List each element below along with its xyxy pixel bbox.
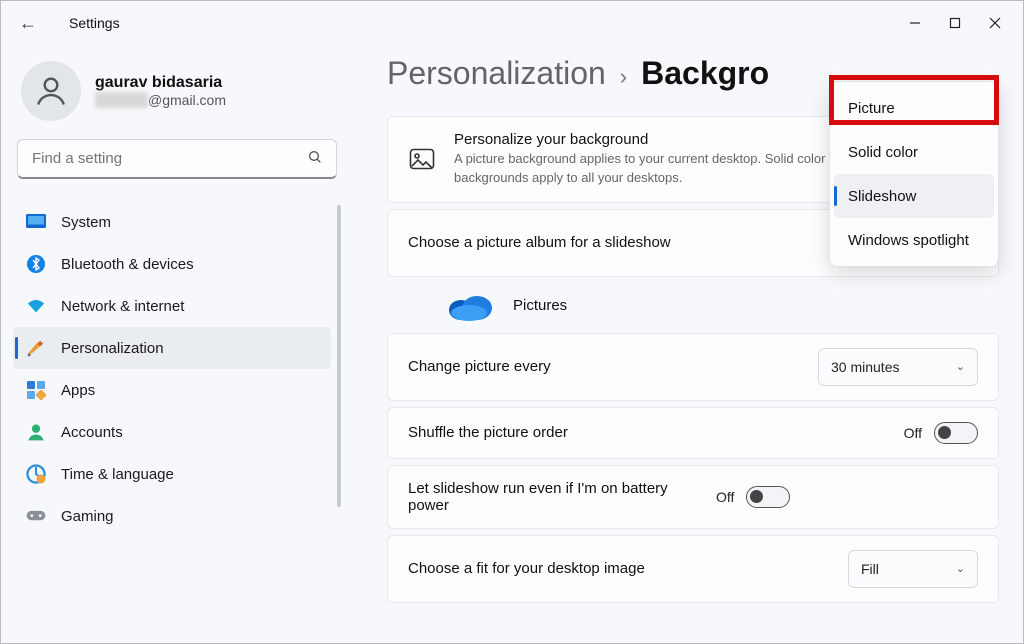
chevron-right-icon: › <box>620 64 627 90</box>
shuffle-row: Shuffle the picture order Off <box>387 407 999 459</box>
search-field[interactable] <box>17 139 337 179</box>
maximize-button[interactable] <box>935 7 975 39</box>
personalization-icon <box>25 337 47 359</box>
dropdown-item-picture[interactable]: Picture <box>830 86 998 130</box>
sidebar-item-accounts[interactable]: Accounts <box>13 411 331 453</box>
chevron-down-icon: ⌄ <box>956 360 965 373</box>
row-title: Choose a fit for your desktop image <box>408 560 830 577</box>
bluetooth-icon <box>25 253 47 275</box>
search-icon <box>307 149 323 169</box>
sidebar-item-system[interactable]: System <box>13 201 331 243</box>
sidebar-item-label: Accounts <box>61 424 123 441</box>
breadcrumb-current: Backgro <box>641 55 769 92</box>
sidebar-item-label: Network & internet <box>61 298 184 315</box>
sidebar-item-network[interactable]: Network & internet <box>13 285 331 327</box>
row-title: Let slideshow run even if I'm on battery… <box>408 480 698 514</box>
window-title: Settings <box>69 15 120 31</box>
profile-name: gaurav bidasaria <box>95 74 226 92</box>
avatar <box>21 61 81 121</box>
sidebar-item-personalization[interactable]: Personalization <box>13 327 331 369</box>
sidebar-item-label: Personalization <box>61 340 164 357</box>
dropdown-item-windows-spotlight[interactable]: Windows spotlight <box>830 218 998 262</box>
sidebar-item-apps[interactable]: Apps <box>13 369 331 411</box>
sidebar-item-bluetooth[interactable]: Bluetooth & devices <box>13 243 331 285</box>
shuffle-toggle[interactable] <box>934 422 978 444</box>
back-button[interactable]: ← <box>19 13 47 34</box>
sidebar-item-label: Time & language <box>61 466 174 483</box>
fit-row: Choose a fit for your desktop image Fill… <box>387 535 999 603</box>
apps-icon <box>25 379 47 401</box>
album-name: Pictures <box>513 297 567 314</box>
album-folder[interactable]: Pictures <box>387 283 999 333</box>
system-icon <box>25 211 47 233</box>
sidebar-item-time-language[interactable]: Time & language <box>13 453 331 495</box>
sidebar-item-gaming[interactable]: Gaming <box>13 495 331 537</box>
image-icon <box>408 145 436 173</box>
profile-email: xxxxxxx@gmail.com <box>95 92 226 108</box>
battery-row: Let slideshow run even if I'm on battery… <box>387 465 999 529</box>
battery-toggle[interactable] <box>746 486 790 508</box>
onedrive-icon <box>447 291 493 321</box>
accounts-icon <box>25 421 47 443</box>
search-input[interactable] <box>17 139 337 179</box>
sidebar-item-label: Apps <box>61 382 95 399</box>
sidebar-scrollbar[interactable] <box>337 205 341 507</box>
background-type-dropdown[interactable]: Picture Solid color Slideshow Windows sp… <box>829 81 999 267</box>
sidebar-item-label: Bluetooth & devices <box>61 256 194 273</box>
chevron-down-icon: ⌄ <box>956 562 965 575</box>
row-title: Shuffle the picture order <box>408 424 886 441</box>
breadcrumb-parent[interactable]: Personalization <box>387 55 606 92</box>
time-language-icon <box>25 463 47 485</box>
gaming-icon <box>25 505 47 527</box>
sidebar-item-label: System <box>61 214 111 231</box>
dropdown-item-solid-color[interactable]: Solid color <box>830 130 998 174</box>
row-title: Choose a picture album for a slideshow <box>408 234 830 251</box>
toggle-state: Off <box>716 489 734 505</box>
toggle-state: Off <box>904 425 922 441</box>
row-title: Change picture every <box>408 358 800 375</box>
change-every-select[interactable]: 30 minutes ⌄ <box>818 348 978 386</box>
close-button[interactable] <box>975 7 1015 39</box>
fit-select[interactable]: Fill ⌄ <box>848 550 978 588</box>
dropdown-item-slideshow[interactable]: Slideshow <box>834 174 994 218</box>
profile-block[interactable]: gaurav bidasaria xxxxxxx@gmail.com <box>13 57 341 139</box>
change-every-row: Change picture every 30 minutes ⌄ <box>387 333 999 401</box>
minimize-button[interactable] <box>895 7 935 39</box>
sidebar-item-label: Gaming <box>61 508 114 525</box>
wifi-icon <box>25 295 47 317</box>
